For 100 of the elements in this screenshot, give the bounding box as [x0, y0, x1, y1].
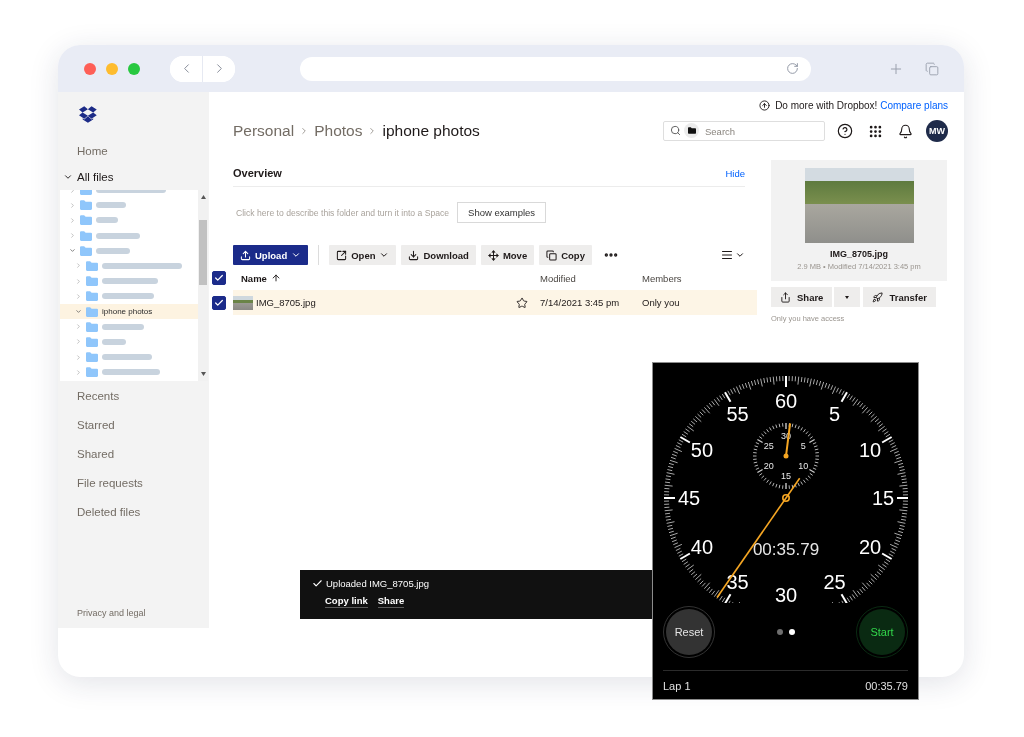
address-field[interactable] [300, 56, 811, 81]
row-checkbox[interactable] [212, 295, 226, 310]
subdial-number: 10 [798, 461, 809, 471]
share-menu-button[interactable] [834, 287, 861, 307]
compare-plans-link[interactable]: Compare plans [880, 99, 948, 111]
blurred-label [96, 247, 130, 254]
chevron-right-icon[interactable] [75, 323, 82, 331]
sidebar-item[interactable]: Home [58, 136, 209, 165]
share-button[interactable]: Share [771, 287, 833, 307]
toast-message: Uploaded IMG_8705.jpg [326, 578, 429, 589]
folder-icon [80, 245, 92, 256]
folder-tree-item[interactable]: iphone photos [60, 303, 198, 320]
dial-number: 45 [677, 487, 701, 509]
forward-button[interactable] [202, 55, 235, 82]
chevron-right-icon[interactable] [75, 292, 82, 300]
folder-icon [86, 352, 98, 363]
chevron-right-icon[interactable] [75, 262, 82, 270]
file-row[interactable]: IMG_8705.jpg 7/14/2021 3:45 pm Only you [233, 290, 757, 315]
page-indicator-dot[interactable] [788, 629, 795, 635]
check-icon [312, 578, 323, 589]
sidebar-item[interactable]: Starred [58, 410, 209, 439]
check-icon [214, 273, 224, 283]
dial-number: 40 [690, 535, 714, 558]
folder-icon [86, 336, 98, 347]
folder-icon [86, 321, 98, 332]
external-link-icon [336, 249, 348, 261]
chevron-right-icon[interactable] [75, 338, 82, 346]
minimize-window-icon[interactable] [106, 62, 118, 75]
hide-link[interactable]: Hide [725, 167, 745, 179]
column-header[interactable]: Name [233, 272, 534, 284]
chevron-down-icon[interactable] [69, 247, 76, 255]
subdial-scale-drawing [752, 422, 820, 490]
star-icon[interactable] [516, 296, 528, 309]
blurred-label [96, 232, 140, 239]
move-button[interactable]: Move [480, 245, 535, 265]
show-examples-button[interactable]: Show examples [457, 202, 547, 223]
blurred-label [96, 217, 118, 224]
column-header[interactable]: Modified [534, 272, 636, 284]
sidebar-item[interactable]: All files [58, 165, 209, 189]
chevron-right-icon[interactable] [69, 216, 76, 224]
page-indicator-dot[interactable] [776, 629, 783, 635]
folder-icon [80, 230, 92, 241]
blurred-label [102, 354, 152, 361]
dial-number: 15 [871, 487, 895, 509]
chevron-down-icon[interactable] [75, 308, 82, 315]
chevron-right-icon[interactable] [75, 353, 82, 361]
scroll-down-arrow-icon[interactable] [200, 372, 206, 376]
chevron-down-icon[interactable] [63, 172, 73, 182]
notifications-bell-icon[interactable] [898, 123, 913, 139]
blurred-label [102, 338, 126, 345]
upload-icon [240, 249, 251, 261]
lap-time: 00:35.79 [865, 679, 908, 692]
app-logo-icon[interactable] [79, 105, 97, 123]
dial-number: 10 [858, 438, 882, 461]
select-all-checkbox[interactable] [212, 271, 226, 285]
breadcrumb-link[interactable]: Photos [314, 122, 363, 140]
sidebar-item[interactable]: Recents [58, 381, 209, 410]
search-field[interactable]: Search [663, 121, 825, 141]
sidebar-item[interactable]: Shared [58, 439, 209, 468]
chevron-right-icon[interactable] [69, 232, 76, 240]
toast-action-link[interactable]: Share [377, 595, 405, 608]
folder-icon [80, 215, 92, 226]
table-cell: 7/14/2021 3:45 pm [540, 297, 620, 308]
copy-button[interactable]: Copy [539, 245, 592, 265]
overview-title: Overview [233, 167, 282, 179]
column-header[interactable]: Members [636, 272, 757, 284]
tabs-overview-icon[interactable] [925, 61, 939, 76]
lap-label: Lap 1 [663, 679, 691, 692]
account-avatar[interactable]: MW [926, 120, 948, 142]
chevron-right-icon[interactable] [75, 277, 82, 285]
blurred-label [102, 293, 154, 300]
scroll-up-arrow-icon[interactable] [200, 195, 206, 199]
dial-number: 55 [726, 403, 749, 425]
scrollbar-thumb[interactable] [199, 220, 207, 285]
file-name[interactable]: IMG_8705.jpg [256, 297, 316, 308]
chevron-right-icon[interactable] [75, 368, 82, 376]
breadcrumb-link[interactable]: Personal [233, 122, 295, 140]
reload-icon[interactable] [786, 61, 799, 75]
promo-text: Do more with Dropbox! Compare plans [775, 99, 948, 111]
caret-icon [735, 250, 745, 260]
maximize-window-icon[interactable] [128, 62, 140, 75]
download-icon [408, 249, 420, 261]
upload-button[interactable]: Upload [233, 245, 309, 265]
folder-icon [86, 260, 98, 271]
toast-action-link[interactable]: Copy link [325, 595, 368, 608]
open-button[interactable]: Open [329, 245, 397, 265]
privacy-link[interactable]: Privacy and legal [58, 608, 209, 628]
close-window-icon[interactable] [84, 62, 96, 75]
sidebar-item[interactable]: File requests [58, 468, 209, 497]
download-button[interactable]: Download [401, 245, 476, 265]
blurred-label [102, 278, 158, 285]
chevron-right-icon[interactable] [69, 201, 76, 209]
help-icon[interactable] [837, 123, 853, 139]
folder-icon [86, 367, 98, 378]
transfer-button[interactable]: Transfer [863, 287, 936, 307]
apps-grid-icon[interactable] [868, 123, 883, 139]
sidebar-item[interactable]: Deleted files [58, 497, 209, 526]
folder-title[interactable]: iphone photos [382, 122, 480, 140]
search-icon [670, 125, 681, 136]
view-options-button[interactable] [721, 249, 745, 261]
